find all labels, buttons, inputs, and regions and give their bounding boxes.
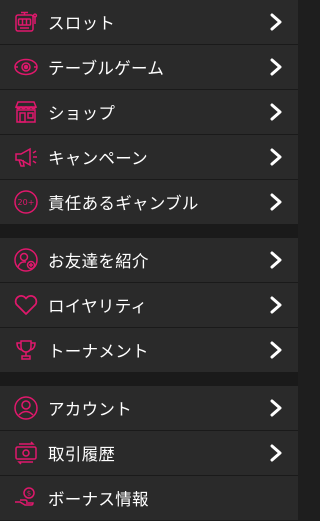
- chevron-right-icon: [270, 58, 282, 76]
- chevron-right-icon: [270, 444, 282, 462]
- menu-item-label: トーナメント: [48, 342, 149, 361]
- chevron-right-icon: [270, 399, 282, 417]
- menu-item-responsible-gambling[interactable]: 20+ 責任あるギャンブル: [0, 180, 298, 224]
- menu-item-label: ボーナス情報: [48, 490, 149, 509]
- chevron-right-icon: [270, 341, 282, 359]
- menu-item-label: ショップ: [48, 104, 116, 123]
- bonus-icon: $: [13, 485, 39, 511]
- menu-item-tournaments[interactable]: トーナメント: [0, 328, 298, 372]
- age-20-icon: 20+: [13, 189, 39, 215]
- menu-item-label: アカウント: [48, 400, 132, 419]
- chevron-right-icon: [270, 193, 282, 211]
- menu-item-loyalty[interactable]: ロイヤリティ: [0, 283, 298, 328]
- menu-item-label: スロット: [48, 14, 116, 33]
- section-divider: [0, 372, 298, 386]
- menu-item-label: 取引履歴: [48, 445, 116, 464]
- chevron-right-icon: [270, 148, 282, 166]
- menu-item-bonus-info[interactable]: $ ボーナス情報: [0, 476, 298, 520]
- menu-item-label: テーブルゲーム: [48, 59, 165, 78]
- menu-item-shop[interactable]: ショップ: [0, 90, 298, 135]
- chevron-right-icon: [270, 251, 282, 269]
- transaction-icon: [13, 440, 39, 466]
- slot-machine-icon: [13, 9, 39, 35]
- svg-text:20+: 20+: [18, 198, 35, 207]
- shop-icon: [13, 99, 39, 125]
- side-menu: スロット テーブルゲーム ショップ キャンペーン 20+ 責任あるギャンブル お…: [0, 0, 298, 520]
- menu-item-campaigns[interactable]: キャンペーン: [0, 135, 298, 180]
- menu-item-label: キャンペーン: [48, 149, 148, 168]
- chevron-right-icon: [270, 296, 282, 314]
- menu-item-label: ロイヤリティ: [48, 297, 148, 316]
- chevron-right-icon: [270, 103, 282, 121]
- menu-group-social: お友達を紹介 ロイヤリティ トーナメント: [0, 238, 298, 372]
- menu-item-refer-friend[interactable]: お友達を紹介: [0, 238, 298, 283]
- menu-item-account[interactable]: アカウント: [0, 386, 298, 431]
- menu-item-transaction-history[interactable]: 取引履歴: [0, 431, 298, 476]
- heart-icon: [13, 292, 39, 318]
- svg-text:$: $: [27, 490, 31, 498]
- menu-item-label: 責任あるギャンブル: [48, 194, 199, 213]
- menu-item-slots[interactable]: スロット: [0, 0, 298, 45]
- trophy-icon: [13, 337, 39, 363]
- chip-eye-icon: [13, 54, 39, 80]
- account-icon: [13, 395, 39, 421]
- menu-item-table-games[interactable]: テーブルゲーム: [0, 45, 298, 90]
- refer-friend-icon: [13, 247, 39, 273]
- menu-item-label: お友達を紹介: [48, 252, 149, 271]
- menu-group-account: アカウント 取引履歴 $ ボーナス情報: [0, 386, 298, 520]
- megaphone-icon: [13, 144, 39, 170]
- section-divider: [0, 224, 298, 238]
- menu-group-games: スロット テーブルゲーム ショップ キャンペーン 20+ 責任あるギャンブル: [0, 0, 298, 224]
- chevron-right-icon: [270, 13, 282, 31]
